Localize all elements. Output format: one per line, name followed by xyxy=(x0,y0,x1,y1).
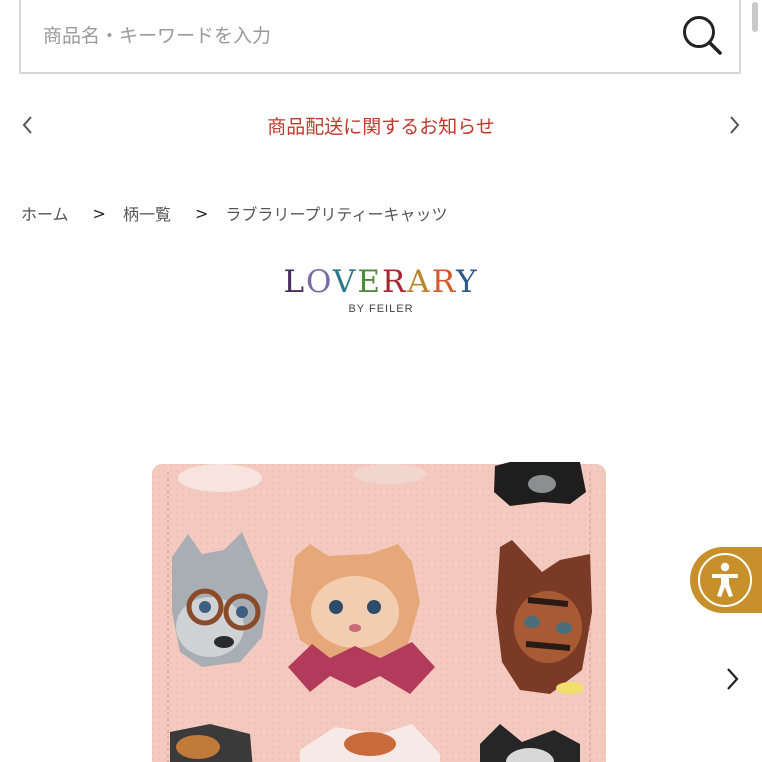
carousel-next-icon[interactable] xyxy=(720,664,744,694)
brand-letter: O xyxy=(306,264,333,300)
brand-logo: LOVERARY BY FEILER xyxy=(0,262,762,315)
brand-letter: Y xyxy=(456,264,479,300)
search-bar xyxy=(19,0,741,74)
accessibility-icon xyxy=(712,562,738,597)
notice-link[interactable]: 商品配送に関するお知らせ xyxy=(0,112,762,139)
brand-letter: V xyxy=(332,264,358,300)
brand-letter: L xyxy=(283,264,307,300)
breadcrumb-separator: > xyxy=(194,203,209,223)
search-icon[interactable] xyxy=(679,12,725,58)
scrollbar[interactable] xyxy=(752,2,758,32)
chevron-right-icon[interactable] xyxy=(722,112,746,138)
breadcrumb-home[interactable]: ホーム xyxy=(21,201,69,225)
breadcrumb-separator: > xyxy=(92,203,106,223)
breadcrumb-current: ラブラリープリティーキャッツ xyxy=(225,205,448,224)
brand-subtitle: BY FEILER xyxy=(348,303,414,315)
breadcrumb-pattern-list[interactable]: 柄一覧 xyxy=(123,201,171,225)
brand-name: LOVERARY xyxy=(0,262,762,302)
brand-letter: R xyxy=(381,264,408,300)
page: 商品配送に関するお知らせ ホーム > 柄一覧 > ラブラリープリティーキャッツ … xyxy=(0,0,762,762)
breadcrumb: ホーム > 柄一覧 > ラブラリープリティーキャッツ xyxy=(21,201,447,225)
accessibility-button[interactable] xyxy=(690,547,762,613)
brand-letter: R xyxy=(431,264,457,300)
notice-slider: 商品配送に関するお知らせ xyxy=(0,100,762,150)
accessibility-ring xyxy=(698,553,752,607)
product-image[interactable] xyxy=(150,462,610,762)
search-input[interactable] xyxy=(41,10,645,62)
brand-letter: A xyxy=(407,264,432,300)
brand-letter: E xyxy=(357,264,382,300)
